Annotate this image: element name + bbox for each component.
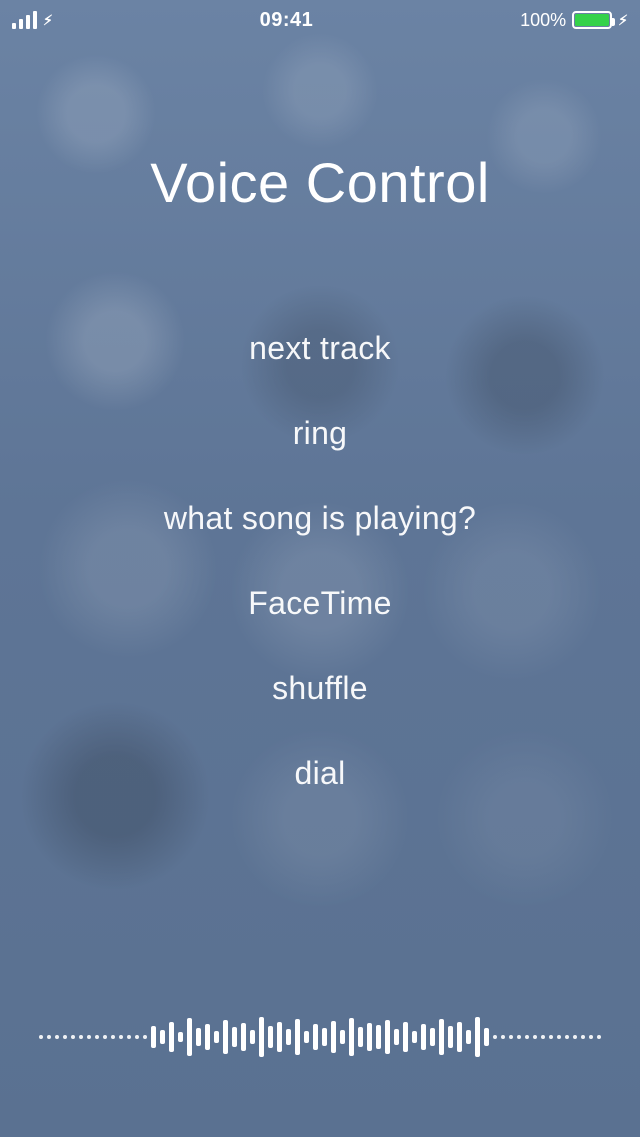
waveform-bar (367, 1023, 372, 1051)
waveform-bar (439, 1019, 444, 1055)
waveform-dot (79, 1035, 83, 1039)
voice-command[interactable]: shuffle (272, 670, 368, 707)
waveform-dot (509, 1035, 513, 1039)
waveform-bar (196, 1028, 201, 1046)
waveform-dot (517, 1035, 521, 1039)
waveform-dot (581, 1035, 585, 1039)
waveform-dot (55, 1035, 59, 1039)
status-time: 09:41 (260, 9, 314, 32)
battery-percent: 100% (520, 10, 566, 31)
battery-icon (572, 11, 612, 29)
waveform-dot (533, 1035, 537, 1039)
cellular-signal-icon (12, 11, 37, 29)
charging-bolt-icon: ⚡︎ (43, 13, 53, 27)
charging-bolt-icon: ⚡︎ (618, 13, 628, 27)
waveform-bar (322, 1028, 327, 1046)
waveform-bar (349, 1018, 354, 1056)
waveform-bar (376, 1025, 381, 1049)
waveform-bar (205, 1024, 210, 1050)
waveform-bar (178, 1032, 183, 1042)
waveform-dot (103, 1035, 107, 1039)
waveform-bar (457, 1022, 462, 1052)
waveform-bar (241, 1023, 246, 1051)
waveform-bar (484, 1028, 489, 1046)
waveform-bar (250, 1030, 255, 1044)
waveform-bar (412, 1031, 417, 1043)
waveform-bar (394, 1029, 399, 1045)
waveform-dot (119, 1035, 123, 1039)
waveform-dot (557, 1035, 561, 1039)
voice-command-list: next track ring what song is playing? Fa… (0, 330, 640, 792)
waveform-dot (541, 1035, 545, 1039)
waveform-dot (501, 1035, 505, 1039)
waveform-bar (421, 1024, 426, 1050)
waveform-bar (160, 1030, 165, 1044)
waveform-dot (143, 1035, 147, 1039)
waveform-dot (47, 1035, 51, 1039)
waveform-bar (313, 1024, 318, 1050)
waveform-bar (304, 1031, 309, 1043)
waveform-dot (597, 1035, 601, 1039)
waveform-bar (340, 1030, 345, 1044)
waveform-bar (286, 1029, 291, 1045)
status-left: ⚡︎ (12, 11, 53, 29)
waveform-dot (589, 1035, 593, 1039)
audio-waveform (0, 1007, 640, 1067)
waveform-bar (268, 1026, 273, 1048)
voice-command[interactable]: FaceTime (248, 585, 391, 622)
waveform-dot (87, 1035, 91, 1039)
waveform-bar (277, 1022, 282, 1052)
waveform-dot (71, 1035, 75, 1039)
waveform-dot (525, 1035, 529, 1039)
waveform-bar (331, 1021, 336, 1053)
waveform-dot (95, 1035, 99, 1039)
voice-command[interactable]: ring (293, 415, 348, 452)
waveform-bar (475, 1017, 480, 1057)
waveform-bar (295, 1019, 300, 1055)
waveform-bar (223, 1020, 228, 1054)
waveform-bar (403, 1022, 408, 1052)
status-right: 100% ⚡︎ (520, 10, 628, 31)
waveform-bar (214, 1031, 219, 1043)
waveform-bar (448, 1026, 453, 1048)
waveform-bar (466, 1030, 471, 1044)
waveform-dot (127, 1035, 131, 1039)
waveform-bar (430, 1028, 435, 1046)
page-title: Voice Control (0, 150, 640, 215)
waveform-bar (187, 1018, 192, 1056)
waveform-dot (549, 1035, 553, 1039)
waveform-bar (151, 1026, 156, 1048)
waveform-dot (111, 1035, 115, 1039)
waveform-dot (63, 1035, 67, 1039)
waveform-dot (135, 1035, 139, 1039)
voice-command[interactable]: next track (249, 330, 391, 367)
voice-control-screen: ⚡︎ 09:41 100% ⚡︎ Voice Control next trac… (0, 0, 640, 1137)
waveform-bar (259, 1017, 264, 1057)
waveform-bar (358, 1027, 363, 1047)
waveform-bar (169, 1022, 174, 1052)
waveform-dot (493, 1035, 497, 1039)
voice-command[interactable]: dial (294, 755, 345, 792)
waveform-bar (232, 1027, 237, 1047)
waveform-bar (385, 1020, 390, 1054)
waveform-dot (573, 1035, 577, 1039)
voice-command[interactable]: what song is playing? (164, 500, 476, 537)
waveform-dot (565, 1035, 569, 1039)
status-bar: ⚡︎ 09:41 100% ⚡︎ (0, 0, 640, 40)
waveform-dot (39, 1035, 43, 1039)
